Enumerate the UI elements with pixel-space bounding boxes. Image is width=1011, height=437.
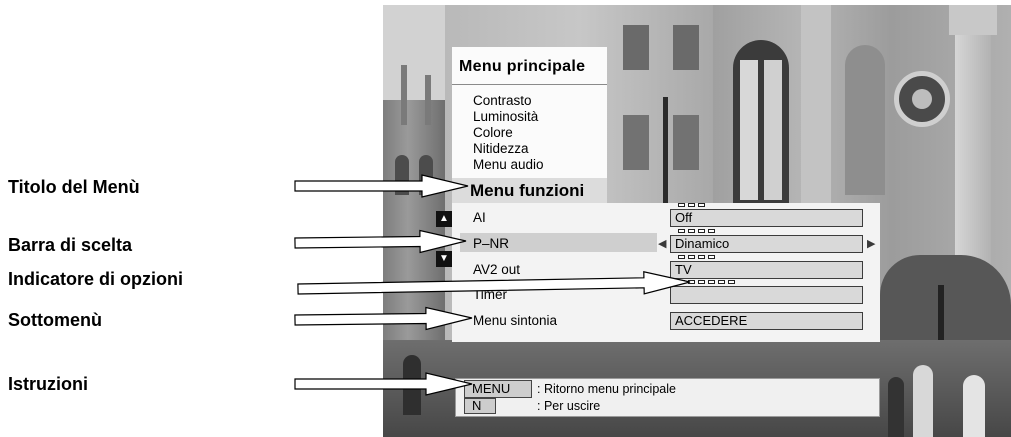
option-indicator-mark (688, 255, 695, 259)
pedestrian (403, 355, 421, 415)
submenu-title-tab: Menu funzioni (452, 178, 607, 203)
instruction-text: : Per uscire (537, 399, 601, 413)
left-spire (425, 75, 431, 125)
callout-label-option-indicator: Indicatore di opzioni (8, 269, 183, 289)
pedestrian (963, 375, 985, 437)
arched-window-pane (740, 60, 758, 200)
option-indicator-mark (678, 255, 685, 259)
lamp-post (663, 97, 668, 207)
row-label: AV2 out (473, 262, 521, 277)
central-window (673, 25, 699, 70)
menu-item-menu-audio[interactable]: Menu audio (473, 157, 544, 173)
menu-item-contrasto[interactable]: Contrasto (473, 93, 544, 109)
option-indicator-mark (678, 280, 685, 284)
central-window (673, 115, 699, 170)
right-triangle-icon[interactable]: ▶ (867, 235, 875, 253)
menu-item-colore[interactable]: Colore (473, 125, 544, 141)
submenu-row-menu-sintonia[interactable]: Menu sintonia ACCEDERE (452, 312, 880, 331)
main-menu-list: Contrasto Luminosità Colore Nitidezza Me… (473, 93, 544, 173)
option-indicator-mark (678, 229, 685, 233)
option-indicator-mark (688, 203, 695, 207)
left-building-window (419, 155, 433, 195)
submenu-title: Menu funzioni (470, 181, 585, 200)
option-indicator-mark (718, 280, 725, 284)
callout-label-menu-title: Titolo del Menù (8, 177, 140, 197)
value-box[interactable] (670, 286, 863, 304)
submenu-row-ai[interactable]: AI Off (452, 203, 880, 228)
option-indicator-mark (728, 280, 735, 284)
option-indicator-mark (708, 255, 715, 259)
main-menu: Menu principale Contrasto Luminosità Col… (452, 47, 607, 178)
down-triangle-icon: ▼ (436, 251, 452, 267)
submenu-row-av2-out[interactable]: AV2 out TV (452, 255, 880, 280)
callout-label-submenu: Sottomenù (8, 310, 102, 330)
rose-window-center (912, 89, 932, 109)
arched-niche (845, 45, 885, 195)
option-indicator-mark (698, 280, 705, 284)
submenu-row-pnr[interactable]: P–NR ◀ Dinamico ▶ (452, 229, 880, 254)
option-indicator (678, 203, 705, 207)
option-indicator (678, 255, 715, 259)
option-indicator-mark (698, 203, 705, 207)
instruction-text: : Ritorno menu principale (537, 382, 676, 396)
main-menu-title: Menu principale (459, 58, 586, 75)
arched-window-pane (764, 60, 782, 200)
option-indicator-mark (688, 280, 695, 284)
up-triangle-icon: ▲ (436, 211, 452, 227)
option-indicator-mark (708, 229, 715, 233)
n-key-hint: N (464, 398, 496, 414)
callout-label-selection-bar: Barra di scelta (8, 235, 133, 255)
value-box[interactable]: Dinamico (670, 235, 863, 253)
menu-item-luminosita[interactable]: Luminosità (473, 109, 544, 125)
menu-item-nitidezza[interactable]: Nitidezza (473, 141, 544, 157)
option-indicator-mark (698, 255, 705, 259)
callout-label-instructions: Istruzioni (8, 374, 88, 394)
value-box[interactable]: TV (670, 261, 863, 279)
row-label: Menu sintonia (473, 313, 558, 328)
left-triangle-icon[interactable]: ◀ (658, 235, 666, 253)
option-indicator (678, 280, 735, 284)
main-menu-divider (452, 84, 607, 85)
menu-key-hint: MENU (464, 380, 532, 398)
option-indicator-mark (688, 229, 695, 233)
pedestrian (913, 365, 933, 437)
submenu-row-timer[interactable]: Timer (452, 280, 880, 305)
row-label: Timer (473, 287, 507, 302)
row-label: P–NR (473, 236, 510, 251)
central-window (623, 25, 649, 70)
option-indicator (678, 229, 715, 233)
left-spire (401, 65, 407, 125)
left-building-window (395, 155, 409, 195)
row-label: AI (473, 210, 486, 225)
column-capital (949, 5, 997, 35)
value-box[interactable]: Off (670, 209, 863, 227)
value-box[interactable]: ACCEDERE (670, 312, 863, 330)
option-indicator-mark (678, 203, 685, 207)
option-indicator-mark (698, 229, 705, 233)
option-indicator-mark (708, 280, 715, 284)
central-window (623, 115, 649, 170)
instructions-bar: MENU : Ritorno menu principale N : Per u… (455, 378, 880, 417)
pedestrian (888, 377, 904, 437)
